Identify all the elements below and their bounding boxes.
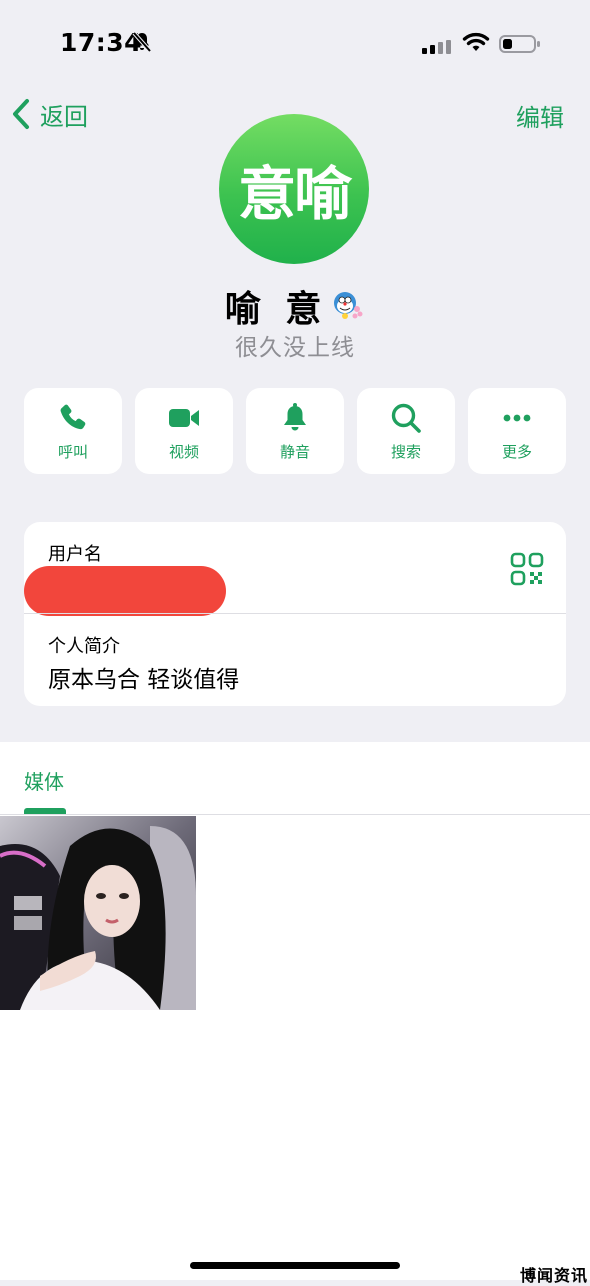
media-section: 媒体 博闻资讯 [0,742,590,1285]
qr-code-icon[interactable] [510,552,544,586]
more-button[interactable]: 更多 [468,388,566,474]
media-thumbnail[interactable] [0,816,196,1010]
back-button[interactable]: 返回 [10,96,88,132]
video-label: 视频 [168,442,199,461]
avatar[interactable]: 意喻 [219,114,369,264]
tab-media[interactable]: 媒体 [24,766,64,795]
name-row: 喻 意 [0,280,590,332]
home-indicator[interactable] [190,1262,400,1269]
back-label: 返回 [40,102,88,131]
tab-divider [0,814,590,815]
bio-label: 个人简介 [48,636,120,657]
action-bar: 呼叫 视频 静音 搜索 更多 [24,388,566,474]
search-button[interactable]: 搜索 [357,388,455,474]
bio-value: 原本乌合 轻谈值得 [48,667,240,693]
search-icon [391,403,421,433]
battery-icon [499,35,540,53]
last-seen-status: 很久没上线 [235,335,355,361]
mute-label: 静音 [279,442,310,461]
card-divider [24,613,566,614]
wifi-icon [462,32,490,51]
edit-button[interactable]: 编辑 [516,98,564,133]
bell-icon [284,402,306,430]
info-card: 用户名 个人简介 原本乌合 轻谈值得 [24,522,566,706]
username-label: 用户名 [48,544,102,565]
chevron-left-icon [13,99,29,129]
contact-name: 喻 意 [224,289,328,330]
search-label: 搜索 [390,442,421,461]
call-label: 呼叫 [57,442,88,461]
phone-icon [60,404,86,429]
more-label: 更多 [501,442,532,461]
cellular-signal-icon [422,40,451,54]
video-icon [169,408,199,427]
redacted-username [24,566,226,616]
watermark-text: 博闻资讯 [519,1266,588,1285]
mute-button[interactable]: 静音 [246,388,344,474]
call-button[interactable]: 呼叫 [24,388,122,474]
bell-slash-icon [132,31,152,53]
emoji-status-icon[interactable] [331,289,365,323]
more-icon [503,414,531,421]
video-button[interactable]: 视频 [135,388,233,474]
